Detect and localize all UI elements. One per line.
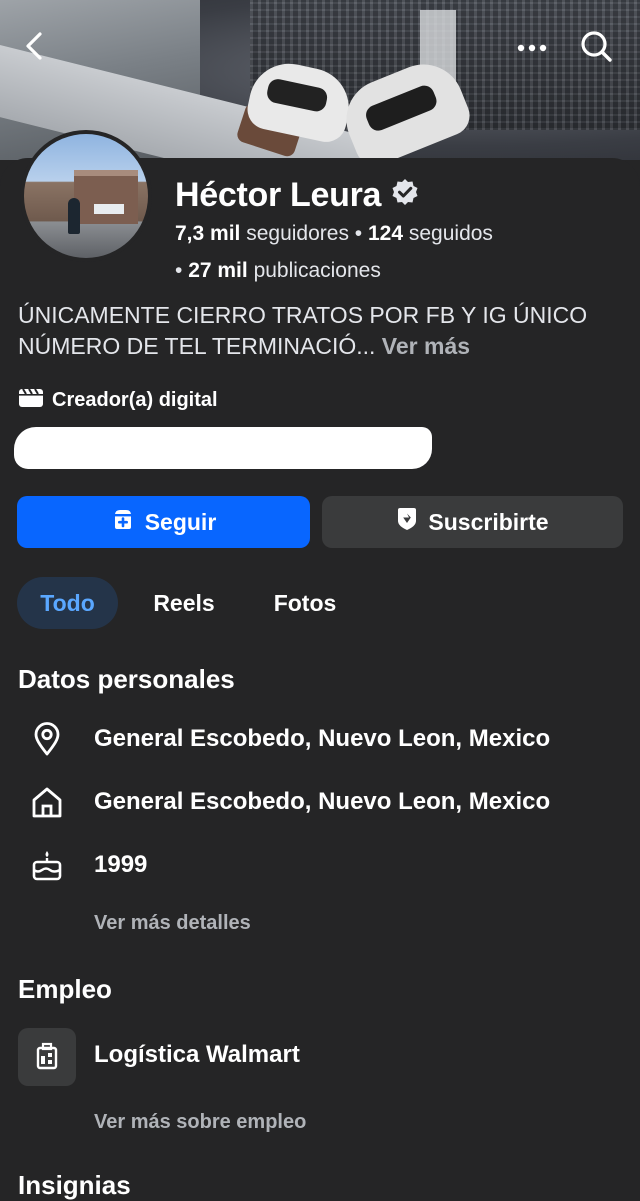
tab-reels[interactable]: Reels [132, 577, 236, 629]
tab-fotos[interactable]: Fotos [252, 577, 358, 629]
see-more-work-link[interactable]: Ver más sobre empleo [94, 1111, 306, 1134]
profile-name: Héctor Leura [175, 176, 419, 215]
followers-count[interactable]: 7,3 mil [175, 222, 240, 245]
birth-year-row: 1999 [30, 848, 147, 882]
tab-label: Todo [40, 589, 95, 616]
following-count[interactable]: 124 [368, 222, 403, 245]
posts-count: 27 mil [188, 259, 248, 282]
subscribe-shield-icon [396, 507, 418, 537]
hometown-city: General Escobedo, Nuevo Leon, Mexico [94, 788, 551, 815]
verified-badge-icon [391, 176, 419, 215]
followers-label[interactable]: seguidores [246, 222, 349, 245]
more-options-icon [517, 39, 547, 57]
birthday-cake-icon [30, 848, 64, 882]
follow-stats: 7,3 mil seguidores • 124 seguidos [175, 222, 493, 245]
location-row: General Escobedo, Nuevo Leon, Mexico [30, 722, 550, 756]
category-label: Creador(a) digital [52, 388, 218, 411]
see-more-details-link[interactable]: Ver más detalles [94, 912, 251, 935]
follow-plus-icon [111, 507, 135, 537]
location-pin-icon [30, 722, 64, 756]
work-title: Empleo [18, 974, 112, 1004]
home-icon [30, 785, 64, 819]
hometown-row: General Escobedo, Nuevo Leon, Mexico [30, 785, 550, 819]
back-button[interactable] [12, 26, 56, 70]
avatar-image [24, 134, 148, 258]
profile-name-text: Héctor Leura [175, 176, 382, 214]
personal-details-title: Datos personales [18, 664, 235, 694]
posts-label: publicaciones [253, 259, 381, 282]
clapperboard-icon [18, 386, 44, 414]
posts-stats: • 27 mil publicaciones [175, 259, 381, 282]
tab-todo[interactable]: Todo [17, 577, 118, 629]
avatar[interactable] [20, 130, 152, 262]
profile-category: Creador(a) digital [18, 386, 218, 414]
bio: ÚNICAMENTE CIERRO TRATOS POR FB Y IG ÚNI… [18, 300, 628, 362]
current-city: General Escobedo, Nuevo Leon, Mexico [94, 725, 551, 752]
work-building-icon [18, 1028, 76, 1086]
back-arrow-icon [22, 31, 46, 66]
employer-name[interactable]: Logística Walmart [94, 1041, 300, 1069]
tab-label: Reels [153, 589, 215, 616]
bio-see-more-link[interactable]: Ver más [382, 333, 470, 359]
redacted-area [14, 427, 432, 469]
bio-text: ÚNICAMENTE CIERRO TRATOS POR FB Y IG ÚNI… [18, 302, 588, 359]
follow-label: Seguir [144, 508, 217, 535]
tab-label: Fotos [273, 589, 337, 616]
birth-year: 1999 [94, 851, 148, 878]
following-label[interactable]: seguidos [409, 222, 493, 245]
follow-button[interactable]: Seguir [17, 496, 310, 548]
work-row: Logística Walmart [94, 1041, 300, 1069]
badges-title: Insignias [18, 1170, 131, 1200]
subscribe-label: Suscribirte [428, 508, 549, 535]
search-icon [579, 29, 613, 68]
subscribe-button[interactable]: Suscribirte [322, 496, 623, 548]
search-button[interactable] [574, 26, 618, 70]
more-options-button[interactable] [510, 26, 554, 70]
